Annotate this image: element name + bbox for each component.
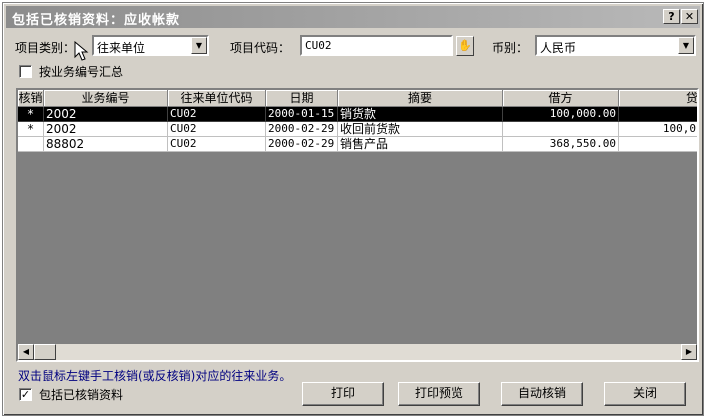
summarize-by-business-label: 按业务编号汇总 — [39, 65, 124, 79]
cell-summary: 收回前货款 — [338, 122, 503, 137]
cell-credit — [619, 137, 697, 152]
cell-biz-no: 2002 — [44, 107, 168, 122]
include-verified-checkbox[interactable]: ✓ — [19, 388, 32, 401]
summarize-by-business-checkbox[interactable] — [19, 65, 32, 78]
window-title: 包括已核销资料：应收帐款 — [12, 13, 181, 28]
col-header-date[interactable]: 日期 — [266, 90, 338, 107]
cell-verified — [18, 137, 44, 152]
cell-debit: 100,000.00 — [503, 107, 619, 122]
item-type-value: 往来单位 — [97, 41, 146, 55]
table-row[interactable]: * 2002 CU02 2000-02-29 收回前货款 100,0 — [18, 122, 697, 137]
mouse-cursor-icon — [74, 41, 89, 61]
cell-credit — [619, 107, 697, 122]
cell-date: 2000-01-15 — [266, 107, 338, 122]
table-row[interactable]: 88802 CU02 2000-02-29 销售产品 368,550.00 — [18, 137, 697, 152]
item-type-label: 项目类别： — [15, 41, 76, 55]
scroll-thumb[interactable] — [34, 344, 56, 360]
table-row[interactable]: * 2002 CU02 2000-01-15 销货款 100,000.00 — [18, 107, 697, 122]
cell-date: 2000-02-29 — [266, 122, 338, 137]
col-header-debit[interactable]: 借方 — [503, 90, 619, 107]
col-header-unit-code[interactable]: 往来单位代码 — [168, 90, 266, 107]
pick-item-code-icon[interactable]: ✋ — [456, 36, 474, 56]
currency-dropdown-icon[interactable]: ▼ — [678, 37, 694, 54]
item-type-dropdown-icon[interactable]: ▼ — [191, 37, 207, 54]
cell-credit: 100,0 — [619, 122, 697, 137]
col-header-credit[interactable]: 贷方 — [619, 90, 697, 107]
close-window-button[interactable]: ✕ — [681, 9, 698, 24]
currency-label: 币别： — [492, 41, 529, 55]
print-button[interactable]: 打印 — [302, 382, 384, 406]
scroll-right-icon[interactable]: ▶ — [681, 344, 697, 360]
grid-header: 核销 业务编号 往来单位代码 日期 摘要 借方 贷方 — [18, 90, 697, 107]
col-header-biz-no[interactable]: 业务编号 — [44, 90, 168, 107]
currency-select[interactable]: 人民币 ▼ — [535, 35, 696, 56]
auto-verify-button[interactable]: 自动核销 — [501, 382, 583, 406]
cell-debit — [503, 122, 619, 137]
cell-biz-no: 88802 — [44, 137, 168, 152]
item-code-label: 项目代码： — [230, 41, 291, 55]
title-bar: 包括已核销资料：应收帐款 ? ✕ — [6, 6, 700, 28]
item-code-input[interactable]: CU02 — [300, 35, 453, 56]
col-header-verified[interactable]: 核销 — [18, 90, 44, 107]
cell-unit-code: CU02 — [168, 107, 266, 122]
cell-verified: * — [18, 122, 44, 137]
close-button[interactable]: 关闭 — [604, 382, 686, 406]
col-header-summary[interactable]: 摘要 — [338, 90, 503, 107]
help-button[interactable]: ? — [663, 9, 680, 24]
cell-verified: * — [18, 107, 44, 122]
scroll-left-icon[interactable]: ◀ — [18, 344, 34, 360]
currency-value: 人民币 — [540, 41, 577, 55]
cell-date: 2000-02-29 — [266, 137, 338, 152]
include-verified-label: 包括已核销资料 — [39, 388, 124, 402]
cell-summary: 销货款 — [338, 107, 503, 122]
status-hint: 双击鼠标左键手工核销(或反核销)对应的往来业务。 — [18, 369, 292, 383]
cell-unit-code: CU02 — [168, 122, 266, 137]
horizontal-scrollbar[interactable]: ◀ ▶ — [18, 344, 697, 360]
cell-debit: 368,550.00 — [503, 137, 619, 152]
print-preview-button[interactable]: 打印预览 — [398, 382, 480, 406]
cell-unit-code: CU02 — [168, 137, 266, 152]
dialog-window: 包括已核销资料：应收帐款 ? ✕ 项目类别： 往来单位 ▼ 项目代码： CU02… — [2, 2, 704, 416]
item-type-select[interactable]: 往来单位 ▼ — [92, 35, 209, 56]
cell-biz-no: 2002 — [44, 122, 168, 137]
records-grid[interactable]: 核销 业务编号 往来单位代码 日期 摘要 借方 贷方 * 2002 CU02 2… — [16, 88, 699, 362]
cell-summary: 销售产品 — [338, 137, 503, 152]
